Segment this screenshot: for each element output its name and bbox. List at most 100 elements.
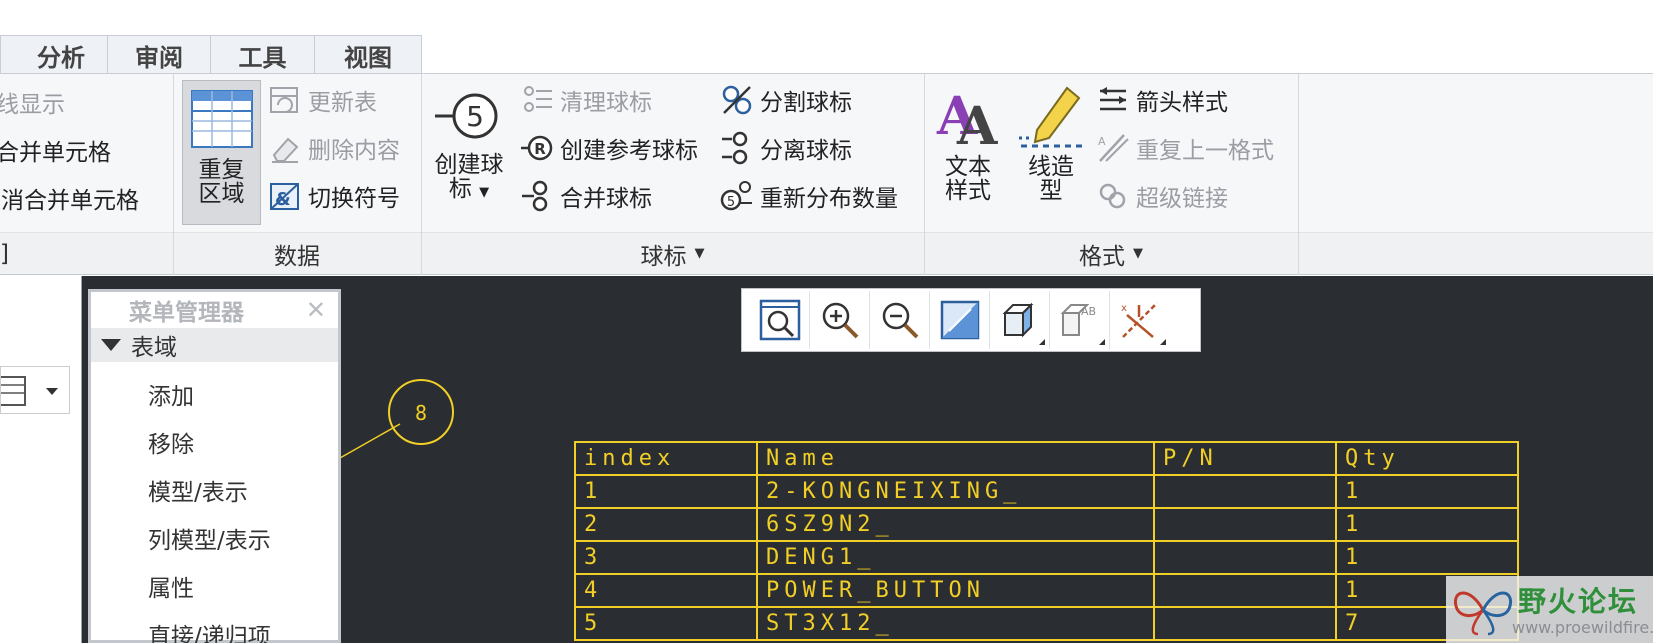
chevron-down-icon: ▼: [1133, 246, 1143, 261]
delete-contents-button[interactable]: 删除内容: [268, 128, 400, 168]
cube-icon: [1002, 302, 1033, 338]
update-table-button[interactable]: 更新表: [268, 80, 377, 120]
hyperlink-label: 超级链接: [1136, 186, 1228, 212]
header-name: Name: [756, 441, 1155, 476]
detach-balloons-icon: [720, 131, 754, 165]
refit-icon: [759, 299, 800, 341]
table-row[interactable]: 3 DENG1_ 1: [574, 540, 1519, 575]
table-grid-icon: [190, 89, 254, 154]
update-table-label: 更新表: [308, 90, 377, 116]
text-style-button[interactable]: A A 文本 样式: [932, 82, 1004, 227]
hyperlink-button[interactable]: 超级链接: [1096, 176, 1228, 216]
cell-pn: [1153, 540, 1337, 575]
header-qty: Qty: [1335, 441, 1519, 476]
table-row[interactable]: 4 POWER_BUTTON 1: [574, 573, 1519, 608]
update-table-icon: [268, 83, 302, 117]
zoom-in-icon: [822, 302, 858, 339]
eraser-icon: [268, 131, 302, 165]
group-separator: [1298, 74, 1299, 275]
redistribute-quantity-button[interactable]: 5 重新分布数量: [720, 176, 898, 216]
arrow-style-icon: [1096, 83, 1130, 117]
menu-section-table-region[interactable]: 表域: [91, 328, 338, 362]
model-tree-panel: [0, 276, 82, 643]
switch-symbols-button[interactable]: & 切换符号: [268, 176, 400, 216]
svg-text:AB: AB: [1081, 305, 1096, 318]
repaint-icon: [940, 300, 979, 340]
text-style-icon: A A: [935, 82, 1001, 157]
model-tree-view-dropdown[interactable]: [0, 366, 70, 414]
tab-tools[interactable]: 工具: [210, 35, 315, 74]
cell-index: 1: [574, 474, 758, 509]
refit-button[interactable]: [750, 291, 810, 349]
split-balloons-label: 分割球标: [760, 90, 852, 116]
zoom-in-button[interactable]: [810, 291, 870, 349]
merge-cells-button[interactable]: 合并单元格: [0, 130, 111, 170]
annotation-display-icon: AB: [1060, 304, 1096, 336]
cell-name: 2-KONGNEIXING_: [756, 474, 1155, 509]
detach-balloons-button[interactable]: 分离球标: [720, 128, 852, 168]
menu-item-column-model-rep[interactable]: 列模型/表示: [91, 514, 338, 562]
close-icon[interactable]: ✕: [306, 296, 326, 324]
balloon-number: 8: [415, 401, 427, 425]
menu-manager: 菜单管理器 ✕ 表域 添加 移除 模型/表示 列模型/表示 属性 直接/递归项: [88, 289, 341, 643]
cell-index: 4: [574, 573, 758, 608]
redistribute-quantity-label: 重新分布数量: [760, 186, 898, 212]
menu-item-model-rep[interactable]: 模型/表示: [91, 466, 338, 514]
bom-table[interactable]: index Name P/N Qty 1 2-KONGNEIXING_ 1 2 …: [574, 441, 1519, 641]
dropdown-corner-icon: [1160, 339, 1166, 345]
annotation-display-button[interactable]: AB: [1050, 291, 1110, 349]
table-row[interactable]: 2 6SZ9N2_ 1: [574, 507, 1519, 542]
tab-analysis[interactable]: 分析: [0, 35, 108, 74]
split-balloons-button[interactable]: 分割球标: [720, 80, 852, 120]
display-style-button[interactable]: [990, 291, 1050, 349]
menu-item-add[interactable]: 添加: [91, 370, 338, 418]
tab-view[interactable]: 视图: [314, 35, 422, 74]
repeat-region-label-1: 重复: [198, 157, 245, 183]
cell-pn: [1153, 507, 1337, 542]
svg-text:A: A: [956, 96, 998, 150]
hyperlink-icon: [1096, 179, 1130, 213]
menu-item-remove[interactable]: 移除: [91, 418, 338, 466]
balloon-create-icon: 5: [433, 88, 505, 149]
repaint-button[interactable]: [930, 291, 990, 349]
cell-index: 3: [574, 540, 758, 575]
list-view-icon: [0, 376, 58, 406]
line-style-button[interactable]: 线造 型: [1012, 82, 1090, 227]
group-label-balloon-text: 球标: [640, 243, 687, 270]
table-row[interactable]: 1 2-KONGNEIXING_ 1: [574, 474, 1519, 509]
svg-text:A: A: [1098, 135, 1106, 148]
menu-item-direct-recursive[interactable]: 直接/递归项: [91, 610, 338, 643]
zoom-out-button[interactable]: [870, 291, 930, 349]
watermark-url: www.proewildfire.cn: [1512, 618, 1653, 637]
menu-manager-titlebar: 菜单管理器 ✕: [91, 292, 338, 328]
datum-display-icon: x: [1121, 302, 1158, 338]
split-balloons-icon: [720, 83, 754, 117]
menu-manager-title: 菜单管理器: [129, 300, 244, 326]
balloon-create-icon-number: 5: [466, 100, 484, 133]
chevron-down-icon: ▼: [694, 246, 705, 261]
group-label-format[interactable]: 格式 ▼: [924, 232, 1298, 275]
cell-name: DENG1_: [756, 540, 1155, 575]
create-ref-balloon-button[interactable]: R 创建参考球标: [520, 128, 698, 168]
create-balloon-button[interactable]: 5 创建球 标 ▼: [428, 88, 510, 228]
datum-display-button[interactable]: x: [1110, 291, 1170, 349]
tab-review[interactable]: 审阅: [107, 35, 211, 74]
arrow-style-button[interactable]: 箭头样式: [1096, 80, 1228, 120]
line-style-label-1: 线造: [1028, 154, 1074, 180]
repeat-last-format-button[interactable]: A 重复上一格式: [1096, 128, 1274, 168]
line-display-button[interactable]: 线显示: [0, 82, 65, 122]
table-row[interactable]: 5 ST3X12_ 7: [574, 606, 1519, 641]
menu-item-attributes[interactable]: 属性: [91, 562, 338, 610]
repeat-region-button[interactable]: 重复 区域: [182, 80, 261, 225]
clean-balloons-button[interactable]: 清理球标: [520, 80, 652, 120]
unmerge-cells-button[interactable]: 取消合并单元格: [0, 178, 139, 218]
redistribute-icon: 5: [720, 179, 754, 213]
text-style-label-1: 文本: [945, 154, 991, 180]
merge-balloons-button[interactable]: 合并球标: [520, 176, 652, 216]
group-label-balloon[interactable]: 球标 ▼: [421, 232, 924, 275]
menu-section-label: 表域: [131, 335, 177, 361]
svg-text:x: x: [1121, 303, 1127, 314]
cell-index: 2: [574, 507, 758, 542]
merge-balloons-icon: [520, 179, 554, 213]
create-balloon-label-1: 创建球: [434, 152, 504, 178]
